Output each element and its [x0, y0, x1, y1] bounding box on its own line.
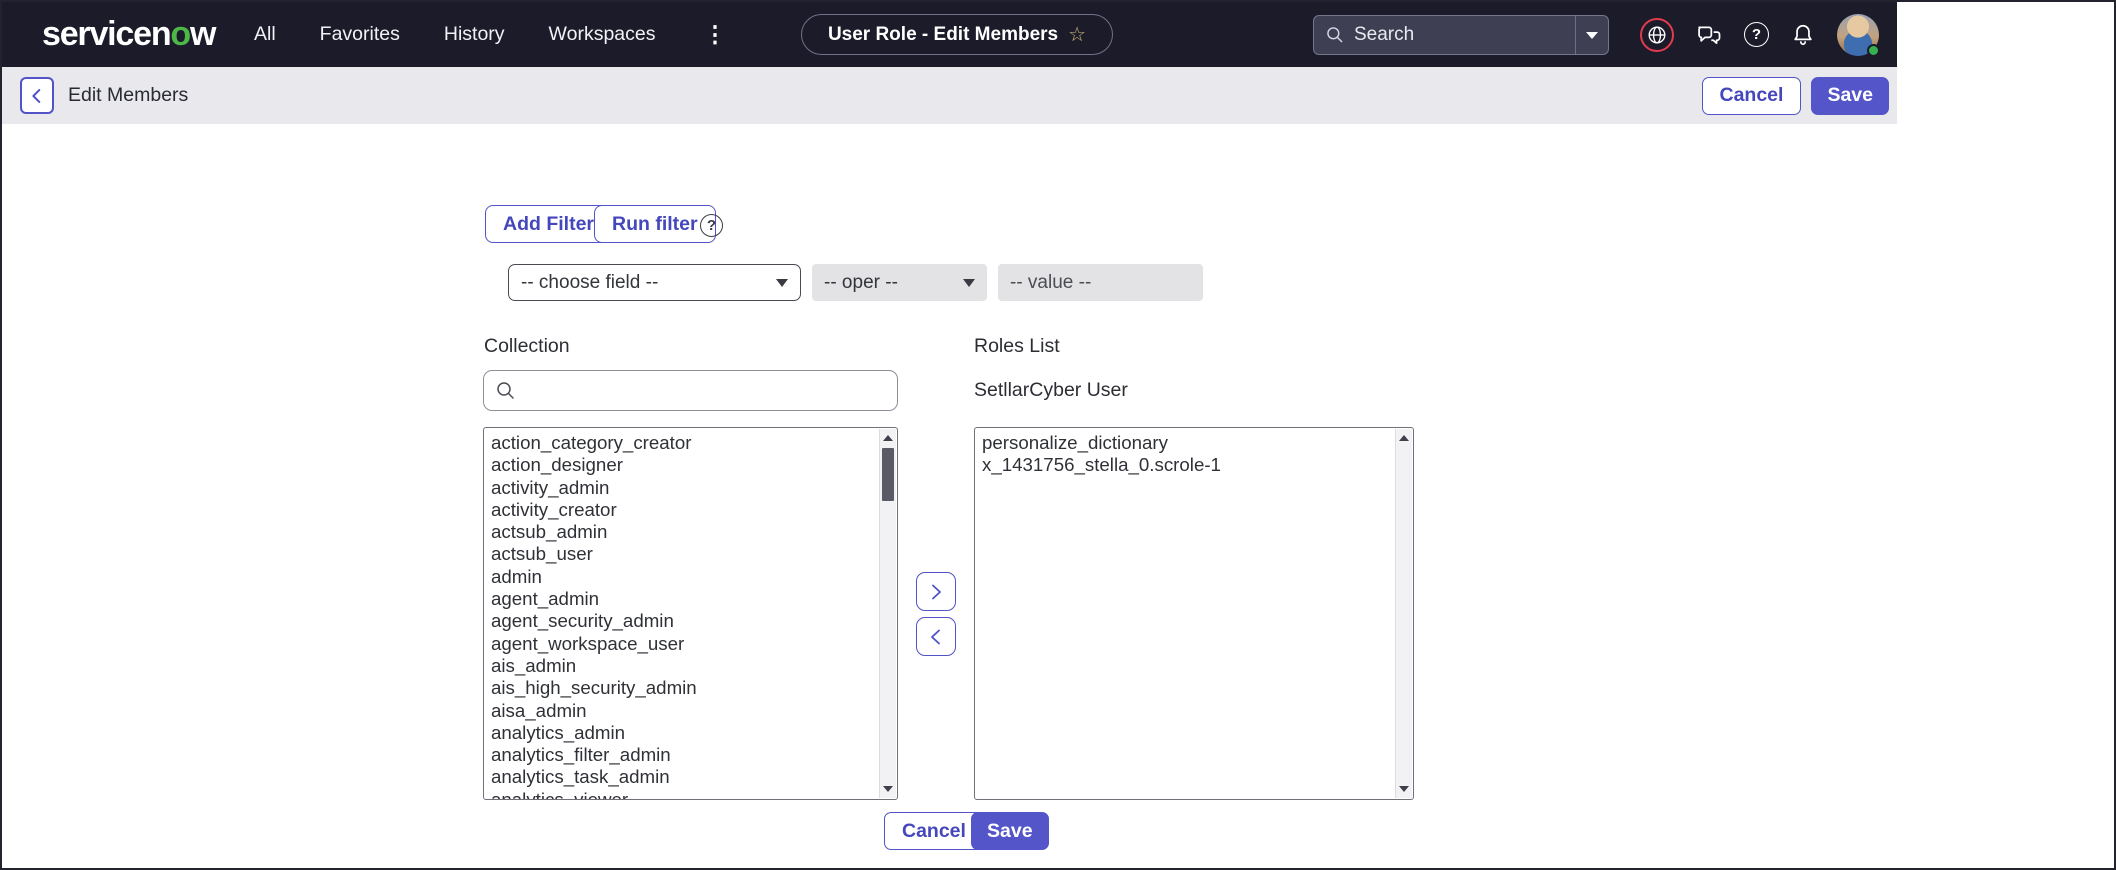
roles-scrollbar[interactable] [1395, 429, 1412, 798]
search-icon [494, 379, 518, 403]
servicenow-logo[interactable]: servicenow [42, 2, 215, 67]
chevron-down-icon [776, 279, 788, 287]
triangle-up-icon [1399, 435, 1409, 441]
choose-field-select[interactable]: -- choose field -- [508, 264, 801, 301]
logo-green-o: o [170, 15, 190, 54]
chevron-down-icon [963, 279, 975, 287]
more-menu-icon[interactable]: ⋮ [699, 21, 730, 48]
global-search-box [1313, 15, 1609, 55]
list-item[interactable]: aisa_admin [491, 700, 871, 722]
operator-select[interactable]: -- oper -- [812, 264, 987, 301]
run-filter-button[interactable]: Run filter [594, 205, 716, 243]
collection-label: Collection [484, 335, 570, 358]
scroll-up-arrow[interactable] [880, 430, 896, 446]
roles-sublabel: SetllarCyber User [974, 379, 1128, 402]
nav-item-history[interactable]: History [444, 23, 505, 46]
nav-item-workspaces[interactable]: Workspaces [549, 23, 656, 46]
collection-search-box [483, 370, 898, 411]
chevron-right-icon [924, 580, 948, 604]
list-item[interactable]: action_designer [491, 454, 871, 476]
collection-scrollbar[interactable] [879, 429, 896, 798]
list-item[interactable]: actsub_admin [491, 521, 871, 543]
triangle-down-icon [883, 786, 893, 792]
list-item[interactable]: agent_admin [491, 588, 871, 610]
footer-save-button[interactable]: Save [971, 812, 1049, 850]
list-item[interactable]: x_1431756_stella_0.scrole-1 [982, 454, 1387, 476]
add-filter-button[interactable]: Add Filter [485, 205, 612, 243]
header-save-button[interactable]: Save [1811, 77, 1889, 115]
user-avatar[interactable] [1837, 14, 1879, 56]
list-item[interactable]: analytics_viewer [491, 789, 871, 800]
collection-items: action_category_creatoraction_designerac… [484, 428, 897, 800]
nav-item-favorites[interactable]: Favorites [320, 23, 400, 46]
move-left-button[interactable] [916, 617, 956, 656]
search-scope-dropdown[interactable] [1576, 32, 1608, 39]
scroll-up-arrow[interactable] [1396, 430, 1412, 446]
list-item[interactable]: ais_admin [491, 655, 871, 677]
nav-item-all[interactable]: All [254, 23, 276, 46]
list-item[interactable]: actsub_user [491, 543, 871, 565]
scroll-down-arrow[interactable] [1396, 781, 1412, 797]
list-item[interactable]: agent_workspace_user [491, 633, 871, 655]
footer-cancel-button[interactable]: Cancel [884, 812, 984, 850]
search-input[interactable] [1354, 24, 1575, 46]
collection-listbox[interactable]: action_category_creatoraction_designerac… [483, 427, 898, 800]
list-item[interactable]: analytics_admin [491, 722, 871, 744]
logo-text-prefix: servicen [42, 15, 170, 54]
page-title: Edit Members [68, 84, 188, 107]
list-item[interactable]: admin [491, 566, 871, 588]
header-cancel-button[interactable]: Cancel [1702, 77, 1802, 115]
operator-value: -- oper -- [824, 272, 955, 294]
filter-value-input[interactable] [998, 264, 1203, 301]
collection-search-input[interactable] [526, 380, 897, 402]
logo-text-suffix: w [190, 15, 215, 54]
chat-icon[interactable] [1695, 21, 1723, 49]
globe-update-icon[interactable] [1640, 18, 1674, 52]
list-item[interactable]: agent_security_admin [491, 610, 871, 632]
filter-help-icon[interactable]: ? [700, 214, 723, 237]
record-context-pill[interactable]: User Role - Edit Members ☆ [801, 14, 1113, 55]
list-item[interactable]: activity_admin [491, 477, 871, 499]
chevron-down-icon [1586, 32, 1598, 39]
triangle-down-icon [1399, 786, 1409, 792]
record-pill-label: User Role - Edit Members [828, 24, 1058, 46]
list-item[interactable]: ais_high_security_admin [491, 677, 871, 699]
favorite-star-icon[interactable]: ☆ [1068, 25, 1086, 45]
list-item[interactable]: action_category_creator [491, 432, 871, 454]
nav-icon-group: ? [1640, 2, 1879, 67]
roles-list-label: Roles List [974, 335, 1060, 358]
scrollbar-thumb[interactable] [882, 448, 894, 501]
move-right-button[interactable] [916, 572, 956, 611]
triangle-up-icon [883, 435, 893, 441]
help-icon[interactable]: ? [1744, 22, 1769, 47]
list-item[interactable]: activity_creator [491, 499, 871, 521]
nav-menu: All Favorites History Workspaces ⋮ [254, 2, 730, 67]
list-item[interactable]: personalize_dictionary [982, 432, 1387, 454]
roles-items: personalize_dictionaryx_1431756_stella_0… [975, 428, 1413, 477]
choose-field-value: -- choose field -- [521, 272, 768, 294]
chevron-left-icon [924, 625, 948, 649]
list-item[interactable]: analytics_task_admin [491, 766, 871, 788]
chevron-left-icon [26, 85, 48, 107]
status-online-dot [1867, 44, 1880, 57]
top-nav-bar: servicenow All Favorites History Workspa… [2, 2, 1897, 67]
screenshot-root: servicenow All Favorites History Workspa… [0, 0, 2116, 870]
page-header-bar: Edit Members Cancel Save [2, 67, 1897, 124]
scroll-down-arrow[interactable] [880, 781, 896, 797]
roles-listbox[interactable]: personalize_dictionaryx_1431756_stella_0… [974, 427, 1414, 800]
notifications-bell-icon[interactable] [1790, 22, 1816, 48]
back-button[interactable] [20, 77, 54, 114]
search-icon [1325, 25, 1345, 45]
list-item[interactable]: analytics_filter_admin [491, 744, 871, 766]
